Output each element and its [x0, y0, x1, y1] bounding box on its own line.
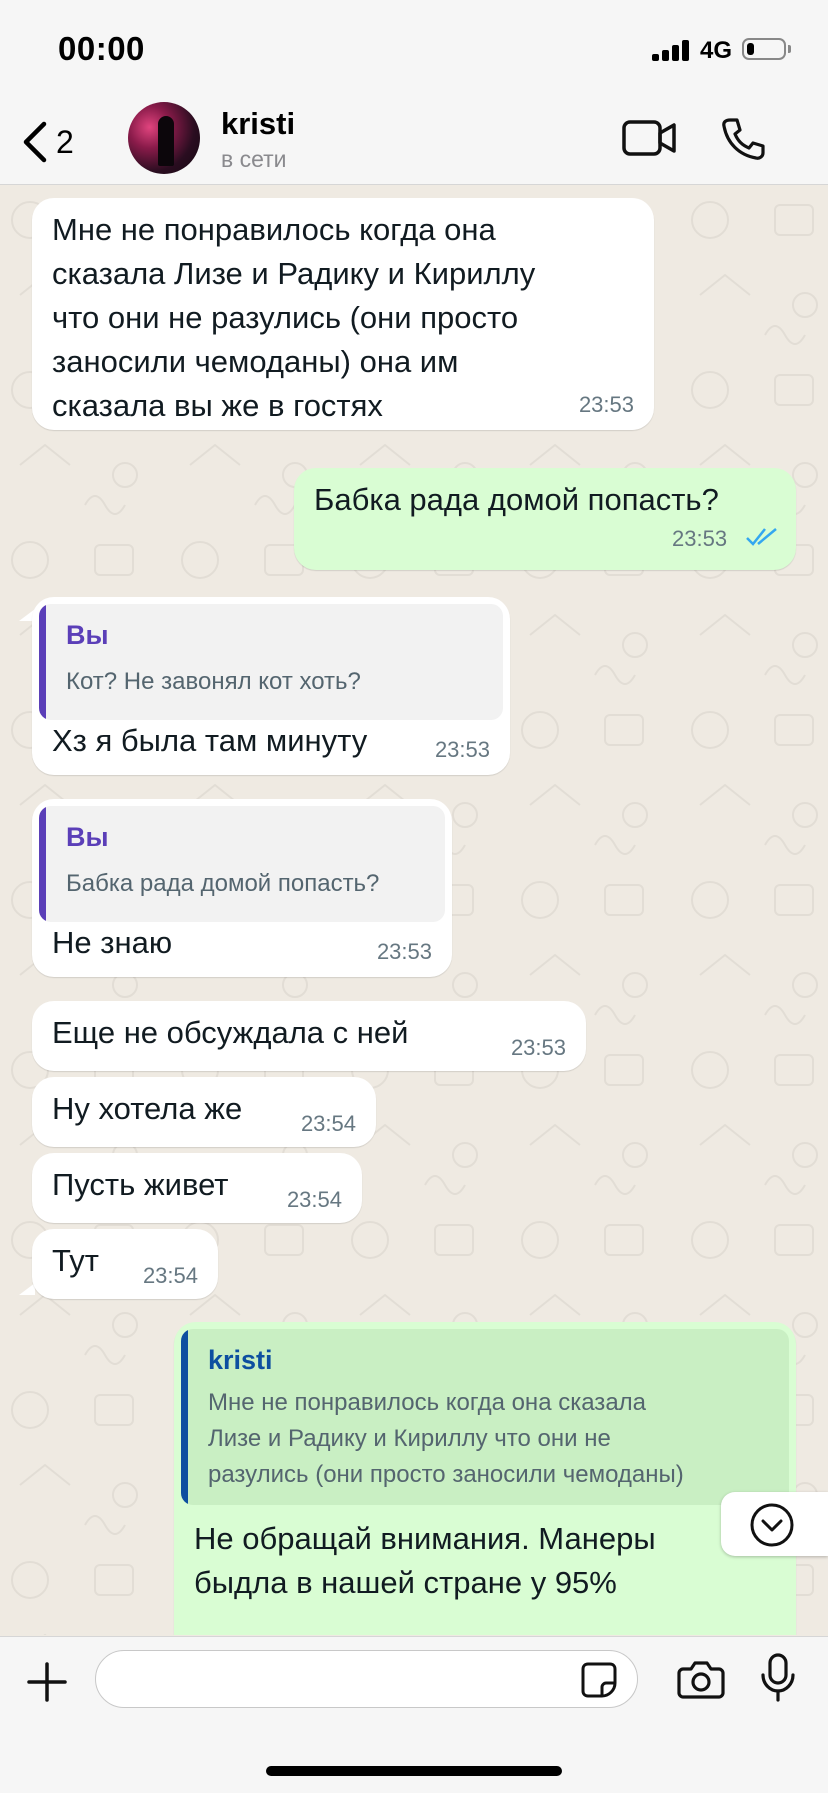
quoted-message[interactable]: kristi Мне не понравилось когда она сказ…: [181, 1329, 789, 1505]
message-text: Еще не обсуждала с ней: [52, 1015, 409, 1050]
message-text: Тут: [52, 1243, 99, 1278]
message-time: 23:53: [510, 1035, 566, 1060]
unread-count: 2: [56, 123, 74, 160]
message-time: 23:54: [300, 1111, 356, 1136]
avatar[interactable]: [128, 102, 200, 174]
quoted-message[interactable]: Вы Бабка рада домой попасть?: [39, 806, 445, 922]
phone-icon[interactable]: [720, 116, 766, 162]
camera-icon[interactable]: [677, 1657, 725, 1701]
chat-area[interactable]: Мне не понравилось когда она сказала Лиз…: [0, 185, 828, 1635]
network-type: 4G: [700, 37, 733, 64]
message-time: 23:54: [142, 1263, 198, 1288]
message-bubble[interactable]: Ну хотела же 23:54: [32, 1077, 376, 1147]
status-time: 00:00: [58, 30, 145, 67]
message-time: 23:53: [578, 392, 634, 417]
plus-icon[interactable]: [26, 1661, 68, 1703]
quote-author: Вы: [66, 620, 109, 650]
message-bubble[interactable]: Пусть живет 23:54: [32, 1153, 362, 1223]
sticker-icon[interactable]: [580, 1661, 618, 1699]
quote-text: Кот? Не завонял кот хоть?: [66, 668, 361, 695]
message-bubble[interactable]: Вы Бабка рада домой попасть? Не знаю 23:…: [32, 799, 452, 977]
message-bubble[interactable]: Вы Кот? Не завонял кот хоть? Хз я была т…: [32, 597, 510, 775]
message-time: 23:53: [434, 737, 490, 762]
battery-icon: [742, 38, 786, 60]
microphone-icon[interactable]: [760, 1653, 796, 1703]
back-chevron-icon: [23, 121, 47, 163]
message-bubble[interactable]: Тут 23:54: [32, 1229, 218, 1299]
video-call-icon[interactable]: [622, 116, 676, 160]
message-text: Не обращай внимания. Манеры быдла в наше…: [194, 1521, 656, 1600]
message-time: 23:53: [672, 526, 728, 551]
message-input[interactable]: [95, 1650, 638, 1708]
quote-text: Мне не понравилось когда она сказала Лиз…: [208, 1389, 684, 1488]
message-time: 23:54: [286, 1187, 342, 1212]
message-text: Бабка рада домой попасть?: [314, 482, 719, 517]
status-bar: 00:00 4G: [0, 0, 828, 100]
message-text: Хз я была там минуту: [52, 723, 368, 758]
message-bubble[interactable]: Бабка рада домой попасть? 23:53: [294, 468, 796, 570]
contact-name[interactable]: kristi: [221, 106, 295, 142]
message-text: Пусть живет: [52, 1167, 229, 1202]
quoted-message[interactable]: Вы Кот? Не завонял кот хоть?: [39, 604, 503, 720]
message-bubble[interactable]: kristi Мне не понравилось когда она сказ…: [174, 1322, 796, 1635]
signal-icon: [652, 39, 692, 61]
battery-tip: [788, 45, 791, 53]
message-text: Мне не понравилось когда она сказала Лиз…: [52, 212, 536, 423]
chat-header: 2 kristi в сети: [0, 100, 828, 185]
message-bubble[interactable]: Еще не обсуждала с ней 23:53: [32, 1001, 586, 1071]
contact-status: в сети: [221, 146, 287, 172]
quote-author: Вы: [66, 822, 109, 852]
scroll-to-bottom-button[interactable]: [721, 1492, 828, 1556]
chevron-down-icon: [750, 1503, 794, 1547]
message-bubble[interactable]: Мне не понравилось когда она сказала Лиз…: [32, 198, 654, 430]
quote-text: Бабка рада домой попасть?: [66, 870, 380, 897]
back-button[interactable]: 2: [22, 118, 102, 166]
home-indicator: [266, 1766, 562, 1776]
message-time: 23:53: [376, 939, 432, 964]
message-text: Не знаю: [52, 925, 173, 960]
message-text: Ну хотела же: [52, 1091, 243, 1126]
double-check-icon: [746, 528, 777, 546]
quote-author: kristi: [208, 1345, 273, 1375]
